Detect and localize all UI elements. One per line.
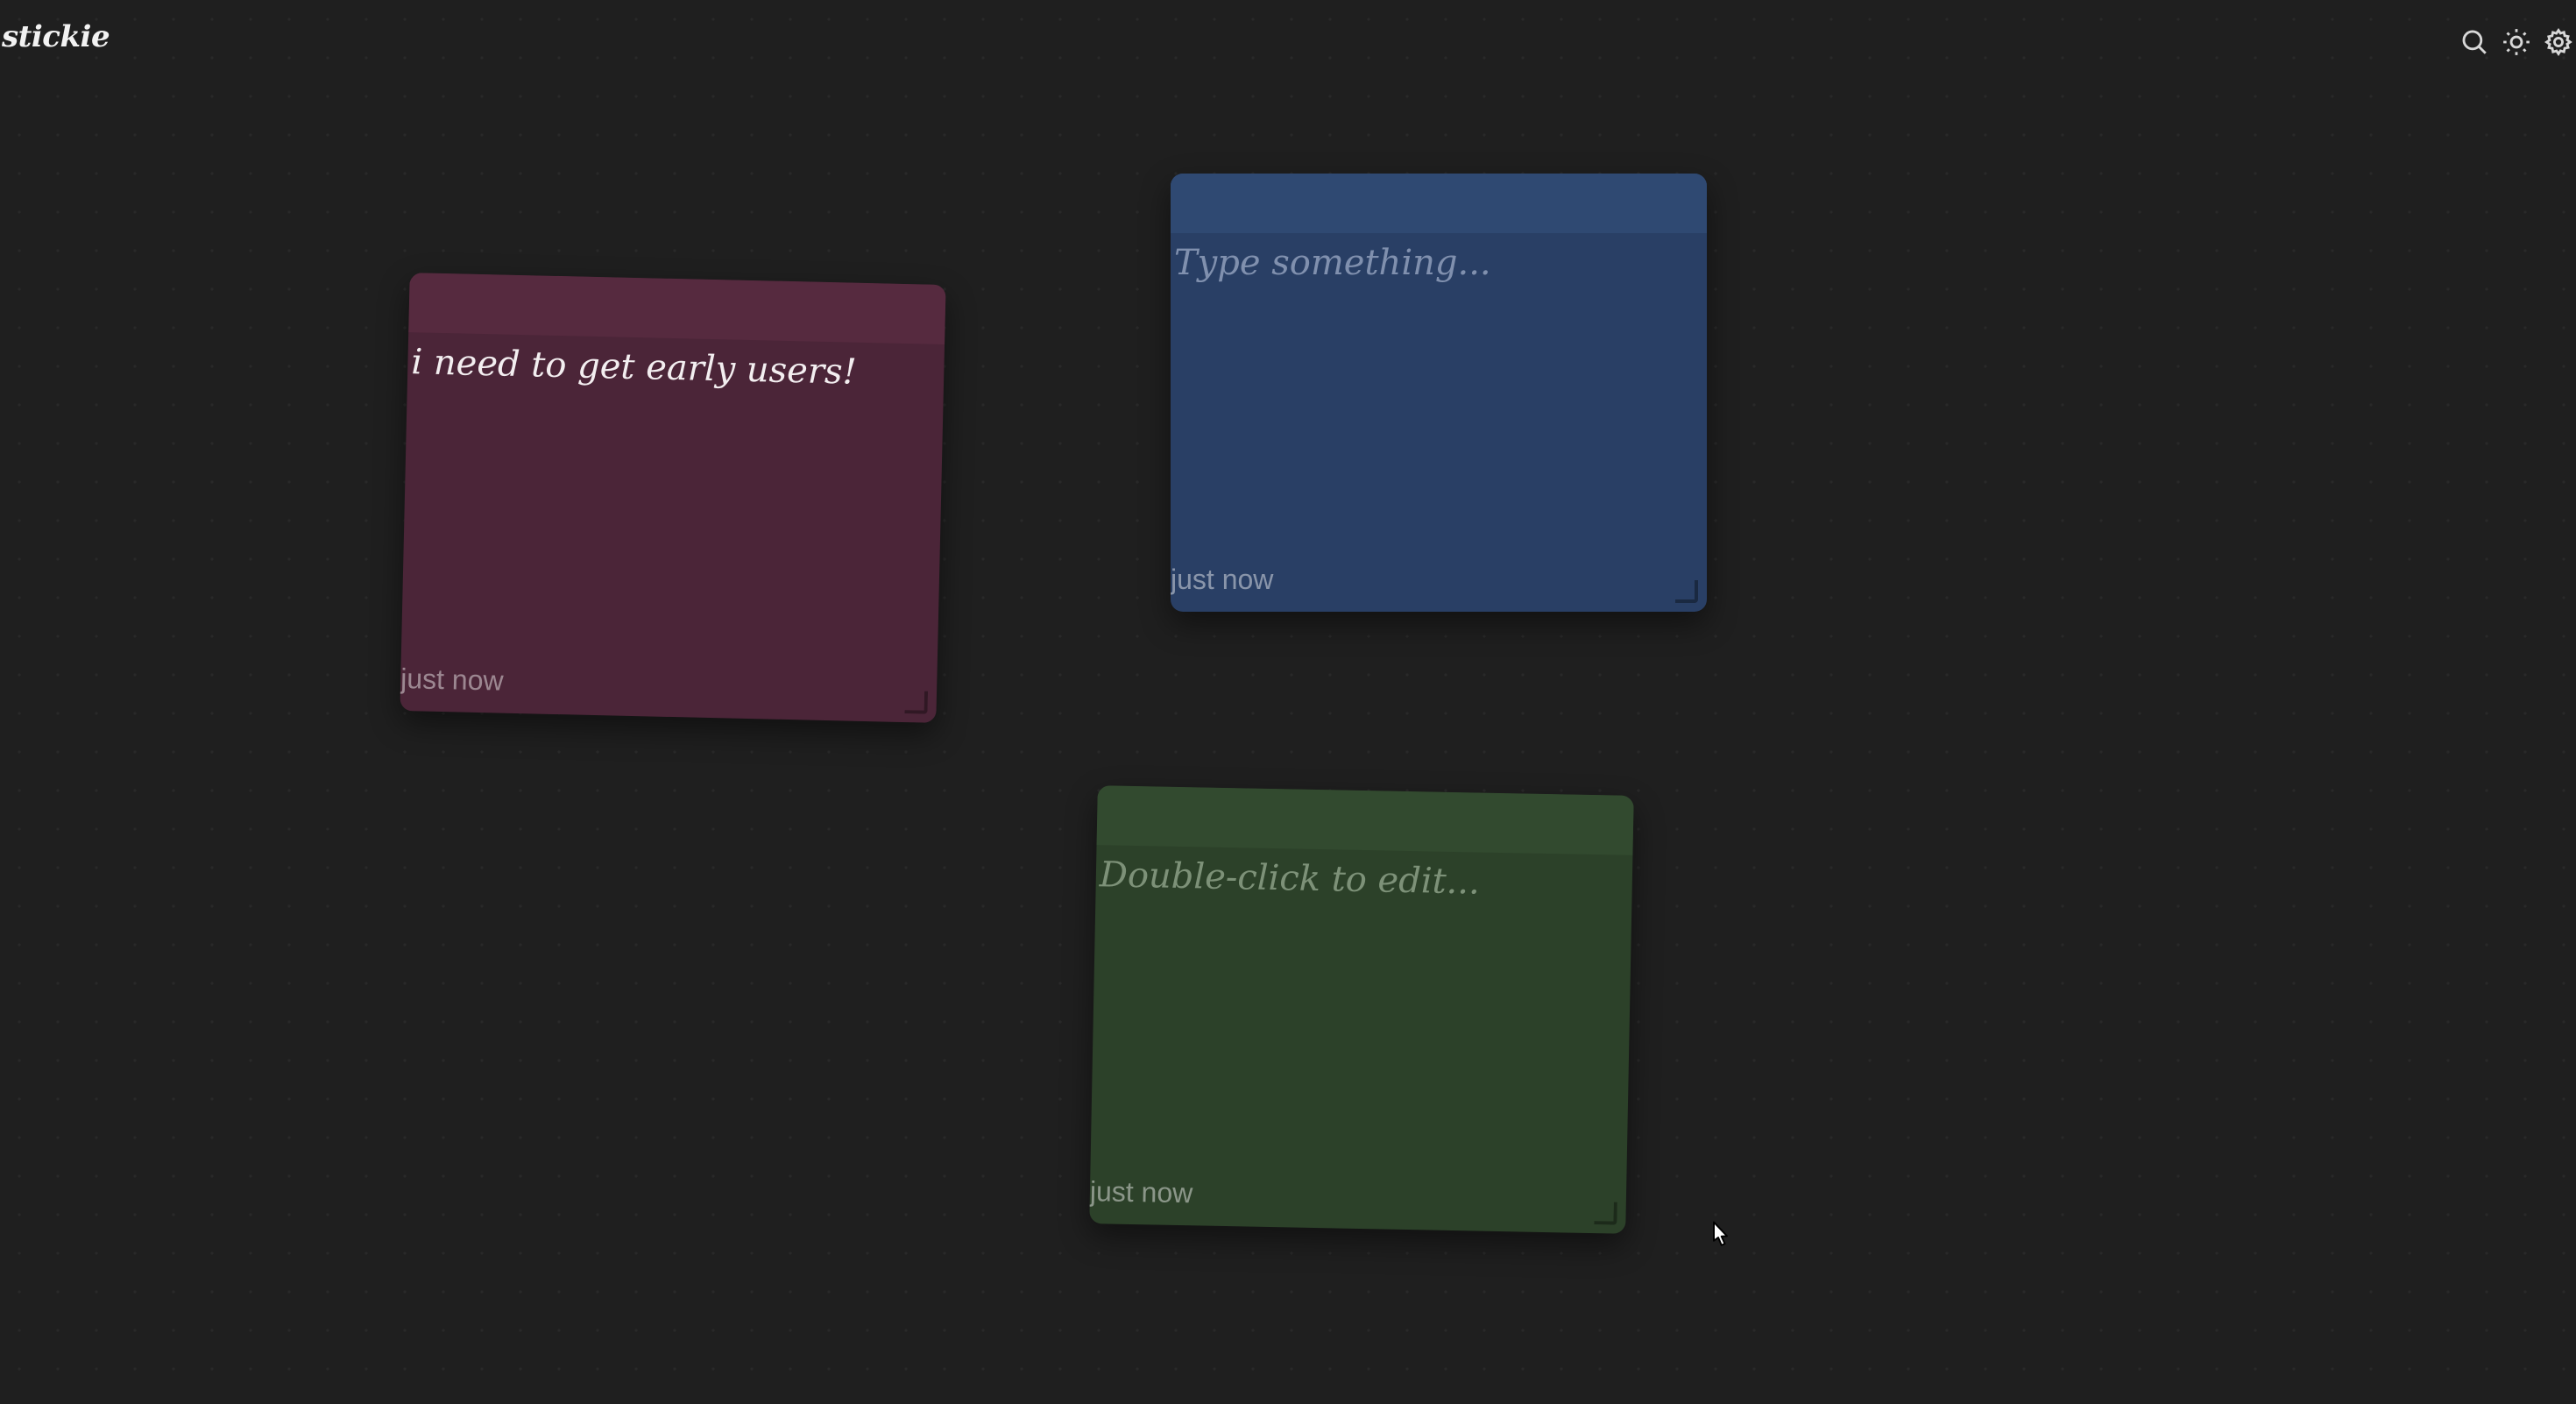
note-drag-handle[interactable] xyxy=(1096,785,1634,855)
gear-icon xyxy=(2544,28,2572,57)
sun-icon xyxy=(2503,29,2530,55)
note-drag-handle[interactable] xyxy=(1171,174,1707,233)
sticky-note-blue[interactable]: Type something... just now xyxy=(1171,174,1707,612)
note-timestamp: just now xyxy=(400,663,505,697)
settings-button[interactable] xyxy=(2541,25,2576,60)
app-logo: stickie xyxy=(2,19,110,54)
note-text[interactable]: i need to get early users! xyxy=(411,341,927,394)
resize-handle[interactable] xyxy=(904,691,929,714)
search-icon xyxy=(2462,30,2487,54)
sticky-note-green[interactable]: Double-click to edit... just now xyxy=(1089,785,1634,1234)
resize-handle[interactable] xyxy=(1675,580,1698,603)
note-placeholder[interactable]: Double-click to edit... xyxy=(1099,854,1615,905)
note-drag-handle[interactable] xyxy=(408,273,946,344)
note-placeholder[interactable]: Type something... xyxy=(1174,242,1689,284)
top-bar: stickie xyxy=(0,0,2576,88)
sticky-note-pink[interactable]: i need to get early users! just now xyxy=(400,273,946,723)
resize-handle[interactable] xyxy=(1594,1202,1617,1225)
mouse-pointer-icon xyxy=(1713,1221,1728,1246)
note-timestamp: just now xyxy=(1171,564,1274,595)
note-timestamp: just now xyxy=(1089,1175,1193,1209)
search-button[interactable] xyxy=(2457,25,2492,60)
theme-toggle-button[interactable] xyxy=(2499,25,2534,60)
toolbar xyxy=(2457,25,2576,60)
